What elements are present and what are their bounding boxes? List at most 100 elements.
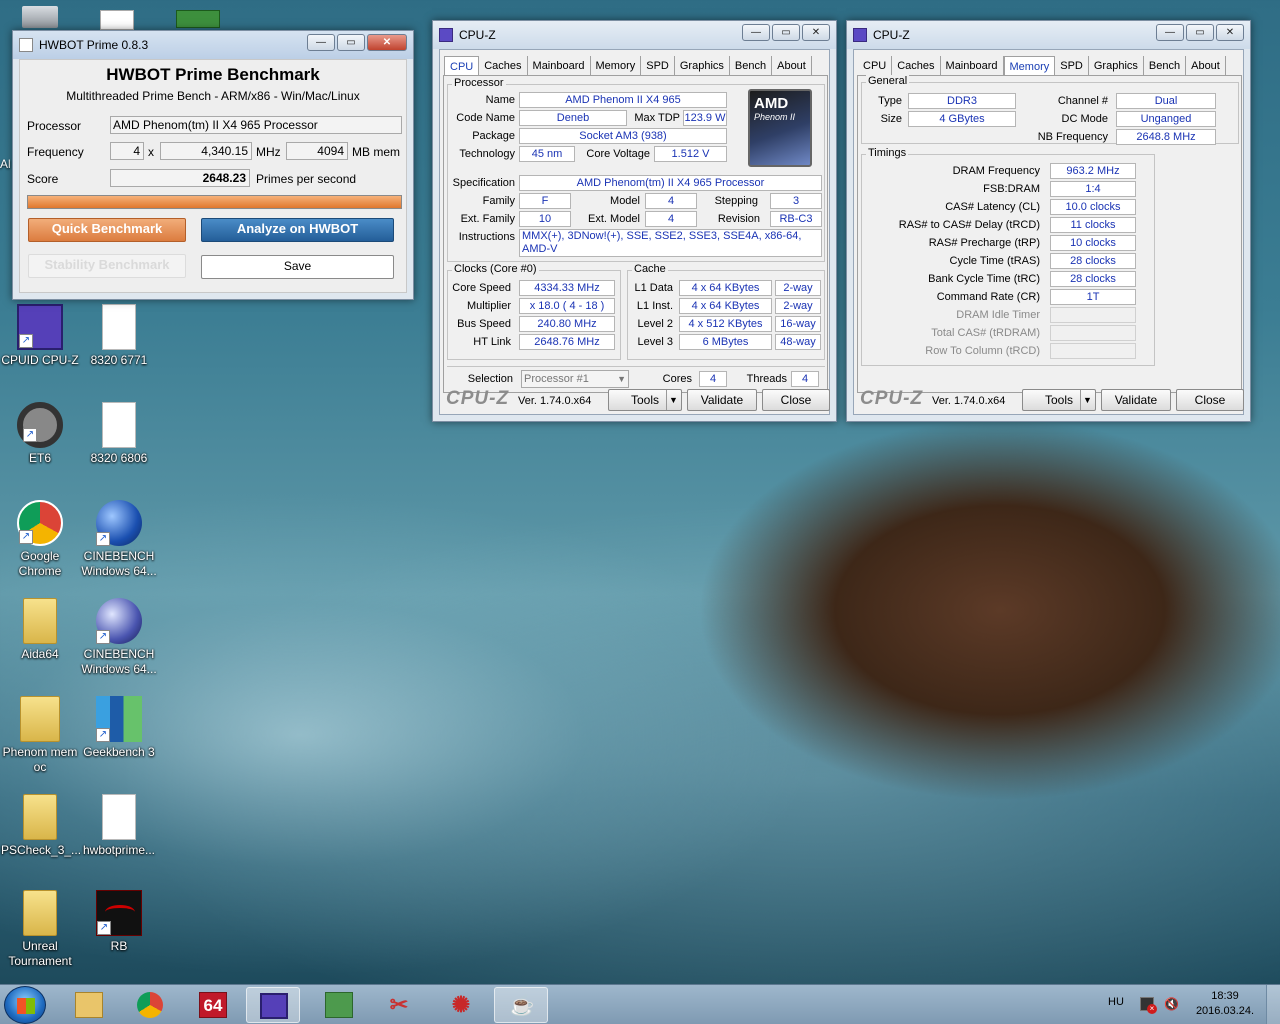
maximize-button[interactable]: ▭ [772, 24, 800, 41]
desktop-icon-cpuz[interactable]: ↗ CPUID CPU-Z [1, 304, 79, 368]
taskbar-explorer[interactable] [62, 987, 116, 1023]
desktop-icon-cinebench[interactable]: ↗ CINEBENCH Windows 64... [80, 598, 158, 677]
l1d-value: 4 x 64 KBytes [679, 280, 772, 296]
taskbar-aida64[interactable]: 64 [186, 987, 240, 1023]
tab-caches[interactable]: Caches [479, 56, 528, 76]
validate-button[interactable]: Validate [687, 389, 757, 411]
validate-button[interactable]: Validate [1101, 389, 1171, 411]
desktop-icon-et6[interactable]: ↗ ET6 [1, 402, 79, 466]
taskbar-cpuz[interactable] [246, 987, 300, 1023]
minimize-button[interactable]: — [742, 24, 770, 41]
tab-mainboard[interactable]: Mainboard [528, 56, 591, 76]
close-button[interactable]: ✕ [367, 34, 407, 51]
save-button[interactable]: Save [201, 255, 394, 279]
desktop-icon-cinebench[interactable]: ↗ CINEBENCH Windows 64... [80, 500, 158, 579]
analyze-hwbot-button[interactable]: Analyze on HWBOT [201, 218, 394, 242]
taskbar-atom[interactable]: ✺ [434, 987, 488, 1023]
desktop-icon-file[interactable]: 8320 6771 [80, 304, 158, 368]
desktop-icon-hwbotprime[interactable]: hwbotprime... [80, 794, 158, 858]
close-app-button[interactable]: Close [762, 389, 830, 411]
codename-value: Deneb [519, 110, 627, 126]
taskbar-network[interactable] [312, 987, 366, 1023]
show-desktop-button[interactable] [1266, 985, 1280, 1024]
tab-about[interactable]: About [1186, 56, 1226, 76]
model-value: 4 [645, 193, 697, 209]
taskbar-chrome[interactable] [124, 987, 178, 1023]
processor-label: Processor [27, 119, 82, 133]
close-button[interactable]: ✕ [1216, 24, 1244, 41]
file-icon [102, 402, 136, 448]
cpuz-cpu-titlebar[interactable]: CPU-Z — ▭ ✕ [433, 21, 836, 49]
desktop-icon-phenom[interactable]: Phenom mem oc [1, 696, 79, 775]
cpuz-memory-title: CPU-Z [873, 28, 910, 42]
desktop-icon-file[interactable]: 8320 6806 [80, 402, 158, 466]
partial-icon[interactable] [176, 10, 220, 28]
tools-button[interactable]: Tools ▼ [1022, 389, 1096, 411]
cpu-tab-panel: Processor Name AMD Phenom II X4 965 Code… [443, 75, 828, 393]
timing-value: 10.0 clocks [1050, 199, 1136, 215]
desktop-icon-aida64[interactable]: Aida64 [1, 598, 79, 662]
cpuz-cpu-window[interactable]: CPU-Z — ▭ ✕ CPU Caches Mainboard Memory SP… [432, 20, 837, 422]
channel-value: Dual [1116, 93, 1216, 109]
cpuz-app-icon [853, 28, 867, 42]
tab-memory[interactable]: Memory [591, 56, 642, 76]
maximize-button[interactable]: ▭ [337, 34, 365, 51]
l2-way: 16-way [775, 316, 821, 332]
chevron-down-icon: ▼ [666, 390, 680, 410]
clock[interactable]: 18:39 2016.03.24. [1192, 989, 1258, 1019]
tab-cpu[interactable]: CPU [444, 56, 480, 76]
tools-label: Tools [1044, 393, 1073, 407]
network-tray-icon[interactable]: × [1140, 997, 1157, 1014]
maximize-button[interactable]: ▭ [1186, 24, 1214, 41]
tab-spd[interactable]: SPD [1055, 56, 1089, 76]
language-indicator[interactable]: HU [1108, 996, 1124, 1008]
snipping-icon: ✂ [389, 992, 409, 1017]
close-app-button[interactable]: Close [1176, 389, 1244, 411]
frequency-label: Frequency [27, 145, 84, 159]
volume-tray-icon[interactable]: 🔇 [1164, 997, 1179, 1011]
package-label: Package [472, 130, 515, 142]
tab-graphics[interactable]: Graphics [675, 56, 730, 76]
tab-bench[interactable]: Bench [1144, 56, 1187, 76]
quick-benchmark-button[interactable]: Quick Benchmark [28, 218, 186, 242]
hwbot-titlebar[interactable]: HWBOT Prime 0.8.3 — ▭ ✕ [13, 31, 413, 59]
minimize-button[interactable]: — [307, 34, 335, 51]
desktop-icon-unreal[interactable]: Unreal Tournament [1, 890, 79, 969]
desktop-icon-rb[interactable]: ↗ RB [80, 890, 158, 954]
close-button[interactable]: ✕ [802, 24, 830, 41]
ext-model-value: 4 [645, 211, 697, 227]
timing-label: RAS# Precharge (tRP) [928, 237, 1040, 249]
start-button[interactable] [4, 986, 46, 1024]
cpuz-memory-window[interactable]: CPU-Z — ▭ ✕ CPU Caches Mainboard Memory SP… [846, 20, 1251, 422]
timing-value [1050, 325, 1136, 341]
desktop-icon-geekbench[interactable]: ↗ Geekbench 3 [80, 696, 158, 760]
desktop-icon-pscheck[interactable]: PSCheck_3_... [1, 794, 81, 858]
taskbar-java[interactable]: ☕ [494, 987, 548, 1023]
tab-cpu[interactable]: CPU [858, 56, 893, 76]
tools-button[interactable]: Tools ▼ [608, 389, 682, 411]
minimize-button[interactable]: — [1156, 24, 1184, 41]
tab-bench[interactable]: Bench [730, 56, 773, 76]
timing-value [1050, 307, 1136, 323]
tab-caches[interactable]: Caches [892, 56, 941, 76]
family-label: Family [482, 195, 515, 207]
desktop-icon-chrome[interactable]: ↗ Google Chrome [1, 500, 79, 579]
phenom-logo-text: Phenom II [754, 112, 796, 122]
tab-mainboard[interactable]: Mainboard [941, 56, 1004, 76]
timing-label: Total CAS# (tRDRAM) [931, 327, 1040, 339]
cpuz-memory-titlebar[interactable]: CPU-Z — ▭ ✕ [847, 21, 1250, 49]
hwbot-window[interactable]: HWBOT Prime 0.8.3 — ▭ ✕ HWBOT Prime Benchm… [12, 30, 414, 300]
taskbar-snipping[interactable]: ✂ [372, 987, 426, 1023]
tab-about[interactable]: About [772, 56, 812, 76]
ht-link-label: HT Link [473, 336, 511, 348]
recycle-bin-icon[interactable] [22, 6, 58, 28]
geekbench-icon: ↗ [96, 696, 142, 742]
tab-graphics[interactable]: Graphics [1089, 56, 1144, 76]
tab-spd[interactable]: SPD [641, 56, 675, 76]
cache-group-label: Cache [632, 263, 668, 275]
l3-value: 6 MBytes [679, 334, 772, 350]
tab-memory[interactable]: Memory [1003, 56, 1056, 76]
partial-icon[interactable] [100, 10, 134, 30]
cpuz-cpu-title: CPU-Z [459, 28, 496, 42]
stepping-value: 3 [770, 193, 822, 209]
